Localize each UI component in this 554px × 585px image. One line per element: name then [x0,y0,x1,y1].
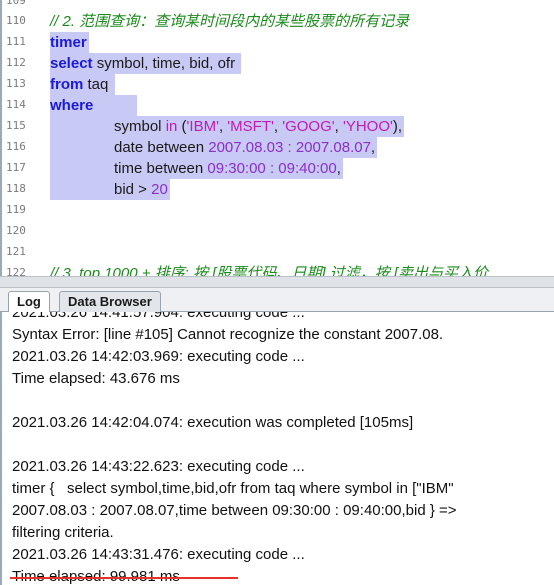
code-line[interactable]: 116 date between 2007.08.03 : 2007.08.07… [2,137,554,158]
code-text: timer [50,32,89,53]
code-token: , [334,118,343,135]
code-line[interactable]: 114 where [2,95,554,116]
code-text: date between 2007.08.03 : 2007.08.07, [114,137,378,158]
keyword: from [50,76,84,93]
string-literal: 'GOOG' [282,118,335,135]
code-text: from taq [50,74,115,95]
log-line: 2021.03.26 14:43:31.476: executing code … [12,546,305,563]
selection-indent [50,116,114,137]
number-literal: : [265,160,279,177]
code-token: symbol [114,118,166,135]
keyword: where [50,97,94,114]
red-underline-annotation [10,577,238,579]
string-literal: 'YHOO' [342,118,393,135]
line-number: 113 [6,77,26,90]
selection-indent [50,137,114,158]
code-line[interactable]: 119 [2,200,554,221]
selection-indent [50,158,114,179]
code-token: , [273,118,283,135]
code-text: symbol in ('IBM', 'MSFT', 'GOOG', 'YHOO'… [114,116,405,137]
code-text: where [50,95,138,116]
tab-bar: Log Data Browser [0,288,554,313]
log-line: Syntax Error: [line #105] Cannot recogni… [12,326,444,343]
code-line[interactable]: 115 symbol in ('IBM', 'MSFT', 'GOOG', 'Y… [2,116,554,137]
line-number: 117 [6,161,26,174]
code-token: , [336,160,341,177]
keyword: timer [50,34,87,51]
line-number: 109 [6,0,26,7]
line-number: 122 [6,266,26,276]
log-line-time-elapsed: Time elapsed: 99.981 ms [12,566,180,585]
panel-splitter[interactable] [0,276,554,288]
line-number: 119 [6,203,26,216]
log-line: 2021.03.26 14:42:04.074: execution was c… [12,414,414,431]
log-line: 2021.03.26 14:43:22.623: executing code … [12,458,305,475]
code-line[interactable]: 110 // 2. 范围查询：查询某时间段内的某些股票的所有记录 [2,11,554,32]
code-line[interactable]: 120 [2,221,554,242]
code-text: bid > 20 [114,179,170,200]
comment-text: // 3. top 1000 + 排序: 按 [股票代码、日期] 过滤，按 [卖… [50,265,489,276]
log-panel[interactable]: 2021.03.26 14:41:57.904: executing code … [0,312,554,585]
line-number: 110 [6,14,26,27]
string-literal: 'IBM' [186,118,219,135]
code-line[interactable]: 121 [2,242,554,263]
tab-data-browser[interactable]: Data Browser [59,291,161,312]
line-number: 116 [6,140,26,153]
keyword: in [165,118,178,135]
code-token: time between [114,160,208,177]
tab-log[interactable]: Log [8,291,50,313]
code-line[interactable]: 122 // 3. top 1000 + 排序: 按 [股票代码、日期] 过滤，… [2,263,554,276]
string-literal: 'MSFT' [227,118,274,135]
code-line[interactable]: 113 from taq [2,74,554,95]
log-line: filtering criteria. [12,524,114,541]
log-line: Time elapsed: 43.676 ms [12,370,180,387]
code-text: select symbol, time, bid, ofr [50,53,242,74]
number-literal: 2007.08.03 [208,139,284,156]
code-token: ( [177,118,187,135]
code-token: taq [83,76,113,93]
number-literal: 20 [151,181,168,198]
line-number: 121 [6,245,26,258]
line-number: 112 [6,56,26,69]
line-number: 120 [6,224,26,237]
log-line: 2021.03.26 14:41:57.904: executing code … [12,312,305,321]
code-token: date between [114,139,209,156]
keyword: select [50,55,93,72]
number-literal: 09:40:00 [278,160,337,177]
code-line[interactable]: 118 bid > 20 [2,179,554,200]
comment-text: // 2. 范围查询：查询某时间段内的某些股票的所有记录 [50,13,410,30]
code-line[interactable]: 111 timer [2,32,554,53]
number-literal: 09:30:00 [207,160,266,177]
code-line[interactable]: 117 time between 09:30:00 : 09:40:00, [2,158,554,179]
log-line: 2007.08.03 : 2007.08.07,time between 09:… [12,502,457,519]
line-number: 111 [6,35,26,48]
code-token: ), [392,118,403,135]
code-text: time between 09:30:00 : 09:40:00, [114,158,343,179]
code-token: bid > [114,181,152,198]
line-number: 118 [6,182,26,195]
selection-indent [50,179,114,200]
line-number: 115 [6,119,26,132]
code-token: , [370,139,376,156]
code-line[interactable]: 112 select symbol, time, bid, ofr [2,53,554,74]
code-token: symbol, time, bid, ofr [92,55,240,72]
code-editor[interactable]: 109 110 // 2. 范围查询：查询某时间段内的某些股票的所有记录 111… [0,0,554,276]
log-line: 2021.03.26 14:42:03.969: executing code … [12,348,305,365]
number-literal: 2007.08.07 [295,139,371,156]
line-number: 114 [6,98,26,111]
number-literal: : [283,139,296,156]
log-line: timer { select symbol,time,bid,ofr from … [12,480,454,497]
